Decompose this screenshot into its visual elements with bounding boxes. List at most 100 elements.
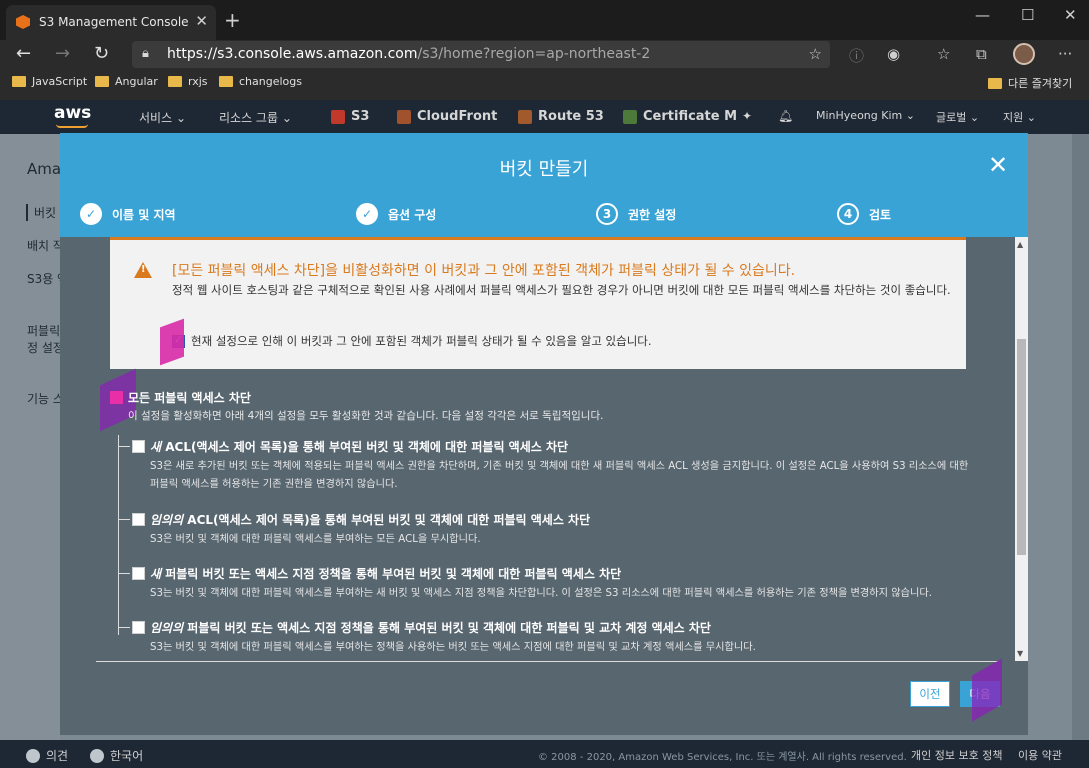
address-bar[interactable]: 🔒︎ https://s3.console.aws.amazon.com/s3/…	[132, 41, 830, 68]
option-checkbox[interactable]	[132, 621, 145, 634]
option-description: S3는 버킷 및 객체에 대한 퍼블릭 액세스를 부여하는 새 버킷 및 액세스…	[150, 588, 933, 599]
block-all-label: 모든 퍼블릭 액세스 차단	[128, 391, 251, 405]
options-tree-line	[118, 435, 119, 635]
pin-icon[interactable]: ✦	[742, 109, 752, 123]
previous-button[interactable]: 이전	[910, 681, 950, 707]
close-window-icon[interactable]: ✕	[1064, 6, 1077, 24]
close-icon[interactable]: ✕	[988, 151, 1008, 179]
sidebar-item-features[interactable]: 기능 스	[27, 390, 64, 407]
account-menu[interactable]: MinHyeong Kim ⌄	[816, 109, 915, 122]
extension-icon[interactable]: ◉	[887, 45, 900, 63]
aws-logo[interactable]: aws	[54, 103, 91, 123]
step-label: 검토	[869, 207, 892, 222]
close-tab-icon[interactable]: ✕	[195, 12, 208, 30]
browser-toolbar: ← → ↻ 🔒︎ https://s3.console.aws.amazon.c…	[0, 40, 1089, 70]
aws-navigation-bar: aws 서비스 ⌄ 리소스 그룹 ⌄ S3 CloudFront Route 5…	[0, 100, 1089, 134]
profile-avatar[interactable]	[1013, 43, 1035, 65]
support-menu[interactable]: 지원 ⌄	[1003, 109, 1036, 125]
pinned-s3[interactable]: S3	[331, 109, 369, 124]
folder-icon	[168, 76, 182, 87]
pinned-cloudfront[interactable]: CloudFront	[397, 109, 497, 124]
collections-icon[interactable]: ⧉	[976, 45, 987, 63]
aws-favicon-icon	[16, 15, 30, 29]
tree-branch	[118, 519, 130, 520]
block-all-description: 이 설정을 활성화하면 아래 4개의 설정을 모두 활성화한 것과 같습니다. …	[128, 410, 604, 422]
pinned-certificate-manager[interactable]: Certificate M	[623, 109, 737, 124]
option-checkbox[interactable]	[132, 513, 145, 526]
sidebar-item-buckets[interactable]: 버킷	[26, 204, 56, 221]
terms-link[interactable]: 이용 약관	[1018, 747, 1062, 763]
url-text: https://s3.console.aws.amazon.com/s3/hom…	[167, 46, 651, 62]
back-icon[interactable]: ←	[16, 43, 31, 64]
bookmark-folder[interactable]: Angular	[95, 75, 158, 88]
background-sidebar	[0, 134, 60, 740]
step-2[interactable]: ✓ 옵션 구성	[356, 203, 436, 225]
info-icon[interactable]: ⓘ	[849, 45, 864, 66]
other-bookmarks[interactable]: 다른 즐겨찾기	[988, 75, 1072, 91]
globe-icon	[90, 748, 104, 763]
more-menu-icon[interactable]: ···	[1058, 45, 1072, 63]
step-4[interactable]: 4 검토	[837, 203, 891, 225]
step-3[interactable]: 3 권한 설정	[596, 203, 676, 225]
check-icon: ✓	[356, 203, 378, 225]
tab-title: S3 Management Console	[39, 15, 189, 29]
services-menu[interactable]: 서비스 ⌄	[139, 109, 186, 126]
favorite-star-icon[interactable]: ☆	[809, 45, 822, 63]
scroll-up-icon[interactable]: ▲	[1017, 240, 1023, 249]
feedback-link[interactable]: 의견	[26, 747, 68, 764]
folder-icon	[95, 76, 109, 87]
bookmark-folder[interactable]: changelogs	[219, 75, 302, 88]
new-tab-icon[interactable]: +	[224, 8, 241, 32]
scroll-down-icon[interactable]: ▼	[1017, 649, 1023, 658]
maximize-icon[interactable]: ☐	[1021, 6, 1034, 24]
block-all-checkbox[interactable]	[110, 391, 123, 404]
favorites-icon[interactable]: ☆	[937, 45, 950, 63]
warning-title: [모든 퍼블릭 액세스 차단]을 비활성화하면 이 버킷과 그 안에 포함된 객…	[172, 263, 796, 279]
tree-branch	[118, 446, 130, 447]
footer-divider	[96, 661, 998, 662]
lock-icon: 🔒︎	[142, 46, 149, 61]
step-number: 4	[837, 203, 859, 225]
step-number: 3	[596, 203, 618, 225]
speech-bubble-icon	[26, 748, 40, 763]
copyright: © 2008 - 2020, Amazon Web Services, Inc.…	[538, 752, 907, 763]
option-label: 새 퍼블릭 버킷 또는 액세스 지점 정책을 통해 부여된 버킷 및 객체에 대…	[150, 567, 622, 581]
option-checkbox[interactable]	[132, 567, 145, 580]
s3-icon	[331, 109, 345, 124]
refresh-icon[interactable]: ↻	[94, 43, 109, 64]
acknowledge-label: 현재 설정으로 인해 이 버킷과 그 안에 포함된 객체가 퍼블릭 상태가 될 …	[191, 334, 652, 348]
certificate-icon	[623, 109, 637, 124]
pinned-route53[interactable]: Route 53	[518, 109, 604, 124]
region-menu[interactable]: 글로벌 ⌄	[936, 109, 979, 125]
modal-title: 버킷 만들기	[499, 159, 589, 180]
modal-scrollbar[interactable]: ▲ ▼	[1015, 237, 1028, 661]
modal-body: [모든 퍼블릭 액세스 차단]을 비활성화하면 이 버킷과 그 안에 포함된 객…	[60, 237, 1015, 661]
scrollbar-thumb[interactable]	[1017, 339, 1026, 555]
option-label: 임의의 퍼블릭 버킷 또는 액세스 지점 정책을 통해 부여된 버킷 및 객체에…	[150, 621, 711, 635]
warning-icon	[134, 262, 152, 278]
sidebar-item-settings[interactable]: 정 설정	[27, 339, 64, 356]
sidebar-item-public[interactable]: 퍼블릭	[27, 322, 60, 339]
bookmark-folder[interactable]: JavaScript	[12, 75, 87, 88]
bookmarks-bar: JavaScript Angular rxjs changelogs 다른 즐겨…	[0, 70, 1089, 96]
browser-tab[interactable]: S3 Management Console ✕	[6, 5, 216, 40]
bookmark-folder[interactable]: rxjs	[168, 75, 208, 88]
sidebar-item-batch[interactable]: 배치 작	[27, 237, 64, 254]
notifications-bell-icon[interactable]: 🔔︎	[778, 109, 793, 123]
forward-icon[interactable]: →	[55, 43, 70, 64]
page-scrollbar[interactable]	[1072, 134, 1089, 740]
option-label: 새 ACL(액세스 제어 목록)을 통해 부여된 버킷 및 객체에 대한 퍼블릭…	[150, 440, 569, 454]
option-checkbox[interactable]	[132, 440, 145, 453]
browser-tab-bar: S3 Management Console ✕ + — ☐ ✕	[0, 0, 1089, 40]
cloudfront-icon	[397, 109, 411, 124]
language-selector[interactable]: 한국어	[90, 747, 143, 764]
minimize-icon[interactable]: —	[975, 6, 990, 24]
folder-icon	[988, 77, 1002, 89]
modal-header: 버킷 만들기 ✕ ✓ 이름 및 지역 ✓ 옵션 구성 3 권한 설정 4 검토	[60, 133, 1028, 237]
console-footer: 의견 한국어 © 2008 - 2020, Amazon Web Service…	[0, 740, 1089, 768]
resource-groups-menu[interactable]: 리소스 그룹 ⌄	[219, 109, 292, 126]
check-icon: ✓	[80, 203, 102, 225]
privacy-link[interactable]: 개인 정보 보호 정책	[911, 747, 1002, 763]
acknowledge-checkbox[interactable]: 현재 설정으로 인해 이 버킷과 그 안에 포함된 객체가 퍼블릭 상태가 될 …	[172, 333, 652, 349]
step-1[interactable]: ✓ 이름 및 지역	[80, 203, 176, 225]
